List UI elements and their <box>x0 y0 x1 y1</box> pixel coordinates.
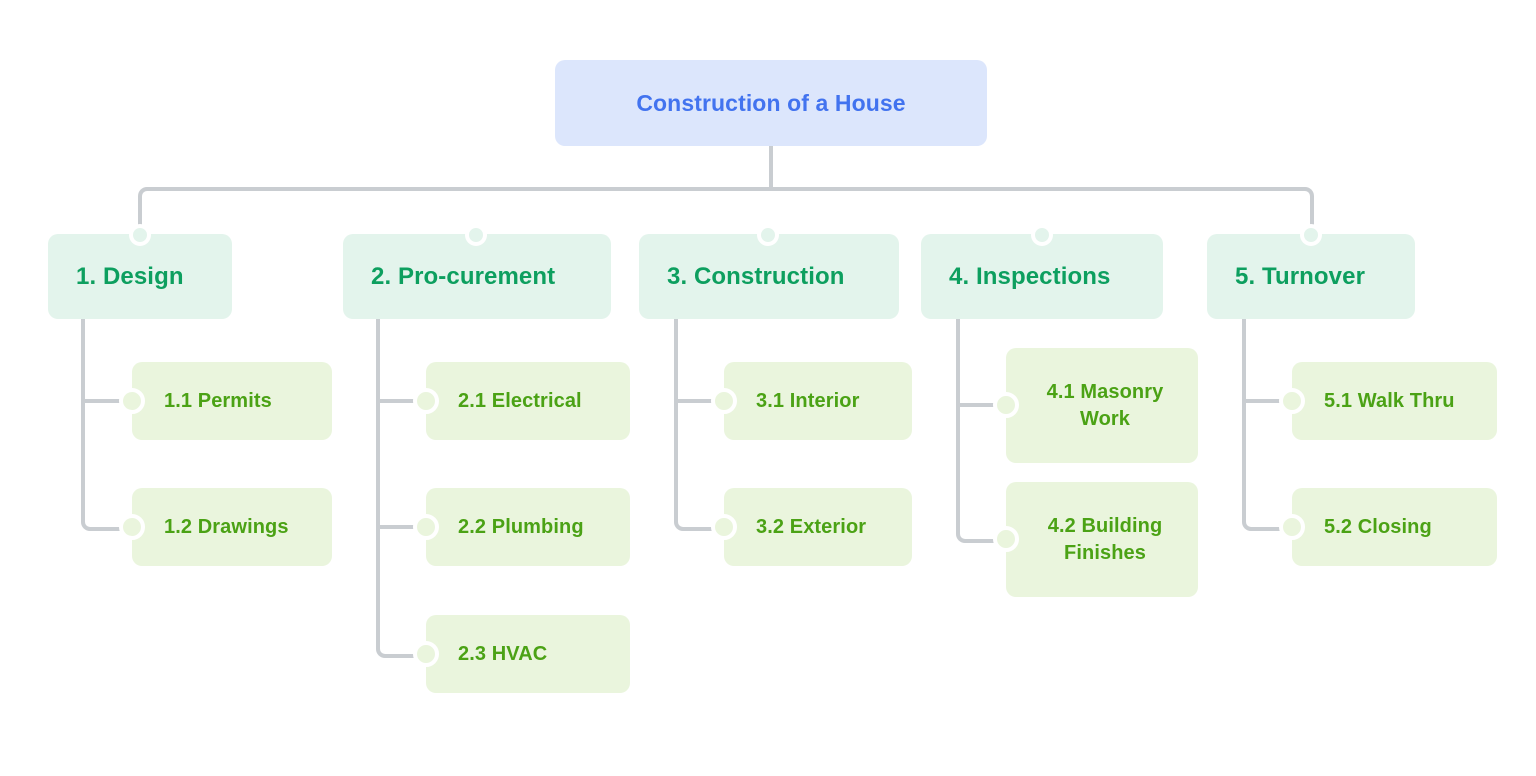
branch-1-spine-connector <box>81 319 133 531</box>
node-task-2-3-label: 2.3 HVAC <box>458 642 548 665</box>
node-branch-2-label: 2. Pro-curement <box>371 262 556 290</box>
connector-dot-task-3-2 <box>711 514 737 540</box>
node-task-1-2[interactable]: 1.2 Drawings <box>132 488 332 566</box>
connector-dot-branch-2 <box>465 224 487 246</box>
node-task-4-1-label: 4.1 Masonry Work <box>1046 380 1164 430</box>
node-task-3-2-label: 3.2 Exterior <box>756 515 867 538</box>
connector-dot-task-3-1 <box>711 388 737 414</box>
node-branch-3-label: 3. Construction <box>667 262 845 290</box>
connector-dot-task-4-1 <box>993 392 1019 418</box>
node-task-1-1-label: 1.1 Permits <box>164 389 272 412</box>
root-branch-bus-connector <box>138 187 1314 231</box>
node-branch-5-label: 5. Turnover <box>1235 262 1366 290</box>
node-task-3-1-label: 3.1 Interior <box>756 389 860 412</box>
node-branch-2[interactable]: 2. Pro-curement <box>343 234 611 319</box>
node-task-1-1[interactable]: 1.1 Permits <box>132 362 332 440</box>
node-task-5-2-label: 5.2 Closing <box>1324 515 1432 538</box>
node-task-4-1[interactable]: 4.1 Masonry Work <box>1006 348 1198 463</box>
node-task-2-3[interactable]: 2.3 HVAC <box>426 615 630 693</box>
branch-4-spine-connector <box>956 319 1008 543</box>
node-branch-1-label: 1. Design <box>76 262 184 290</box>
node-task-5-1[interactable]: 5.1 Walk Thru <box>1292 362 1497 440</box>
connector-dot-task-2-3 <box>413 641 439 667</box>
node-task-2-2[interactable]: 2.2 Plumbing <box>426 488 630 566</box>
connector-dot-task-5-2 <box>1279 514 1305 540</box>
connector-dot-branch-4 <box>1031 224 1053 246</box>
node-branch-5[interactable]: 5. Turnover <box>1207 234 1415 319</box>
node-task-2-2-label: 2.2 Plumbing <box>458 515 584 538</box>
node-root-label: Construction of a House <box>636 89 906 116</box>
connector-dot-branch-1 <box>129 224 151 246</box>
node-branch-1[interactable]: 1. Design <box>48 234 232 319</box>
branch-3-spine-connector <box>674 319 726 531</box>
branch-2-spine-connector <box>376 319 428 658</box>
node-task-4-2[interactable]: 4.2 Building Finishes <box>1006 482 1198 597</box>
node-branch-4[interactable]: 4. Inspections <box>921 234 1163 319</box>
wbs-diagram-canvas: Construction of a House 1. Design 1.1 Pe… <box>0 0 1536 776</box>
node-task-5-2[interactable]: 5.2 Closing <box>1292 488 1497 566</box>
branch-5-spine-connector <box>1242 319 1294 531</box>
connector-dot-task-2-2 <box>413 514 439 540</box>
node-task-3-2[interactable]: 3.2 Exterior <box>724 488 912 566</box>
connector-dot-task-1-2 <box>119 514 145 540</box>
connector-dot-task-2-1 <box>413 388 439 414</box>
connector-dot-branch-3 <box>757 224 779 246</box>
connector-dot-task-1-1 <box>119 388 145 414</box>
node-task-5-1-label: 5.1 Walk Thru <box>1324 389 1455 412</box>
connector-dot-task-4-2 <box>993 526 1019 552</box>
root-stem-connector <box>769 145 773 189</box>
connector-dot-branch-5 <box>1300 224 1322 246</box>
node-root[interactable]: Construction of a House <box>555 60 987 146</box>
node-branch-3[interactable]: 3. Construction <box>639 234 899 319</box>
connector-dot-task-5-1 <box>1279 388 1305 414</box>
node-branch-4-label: 4. Inspections <box>949 262 1111 290</box>
node-task-2-1-label: 2.1 Electrical <box>458 389 582 412</box>
node-task-1-2-label: 1.2 Drawings <box>164 515 289 538</box>
node-task-2-1[interactable]: 2.1 Electrical <box>426 362 630 440</box>
node-task-3-1[interactable]: 3.1 Interior <box>724 362 912 440</box>
node-task-4-2-label: 4.2 Building Finishes <box>1047 514 1163 564</box>
